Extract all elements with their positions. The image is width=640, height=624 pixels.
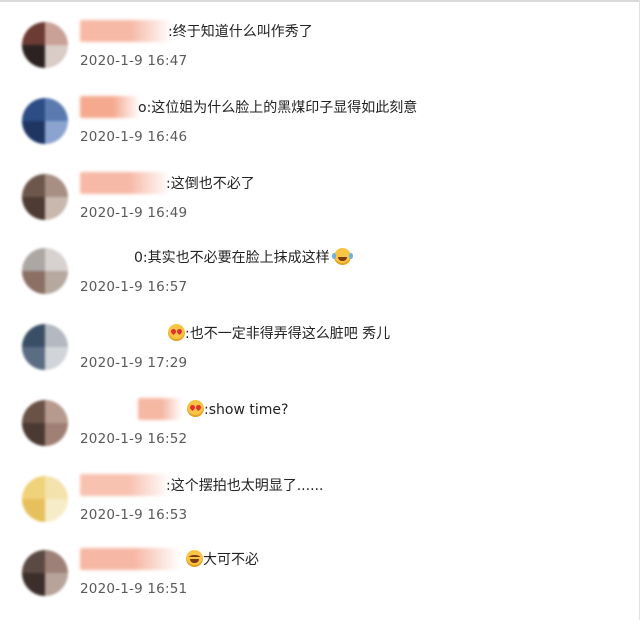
comment-text: :终于知道什么叫作秀了 — [168, 22, 313, 42]
avatar-pixel — [45, 174, 68, 197]
username-blurred[interactable] — [80, 96, 140, 118]
avatar-pixel — [22, 423, 45, 446]
comment-item: :也不一定非得弄得这么脏吧 秀儿 2020-1-9 17:29 — [0, 322, 640, 398]
avatar-pixel — [45, 98, 68, 121]
username-blurred[interactable] — [80, 322, 162, 344]
comment-timestamp: 2020-1-9 16:49 — [80, 205, 188, 221]
avatar-pixel — [45, 347, 68, 370]
avatar-pixel — [22, 476, 45, 499]
avatar[interactable] — [22, 400, 68, 446]
avatar-pixel — [22, 324, 45, 347]
avatar-pixel — [22, 573, 45, 596]
username-blurred[interactable] — [138, 398, 182, 420]
username-blurred[interactable] — [80, 246, 132, 268]
username-blurred[interactable] — [80, 474, 170, 496]
avatar-pixel — [45, 45, 68, 68]
top-border — [0, 0, 640, 2]
comment-timestamp: 2020-1-9 16:52 — [80, 431, 188, 447]
username-blurred[interactable] — [80, 20, 172, 42]
comment-body: :这倒也不必了 — [166, 176, 255, 192]
comment-timestamp: 2020-1-9 17:29 — [80, 355, 188, 371]
comment-timestamp: 2020-1-9 16:57 — [80, 279, 188, 295]
heart-eyes-emoji-icon — [168, 324, 185, 341]
avatar-pixel — [22, 271, 45, 294]
laughing-crying-emoji-icon — [332, 248, 352, 265]
grinning-emoji-icon — [186, 550, 203, 567]
avatar-pixel — [22, 347, 45, 370]
comment-item: :这个摆拍也太明显了...... 2020-1-9 16:53 — [0, 474, 640, 550]
comment-item: :show time? 2020-1-9 16:52 — [0, 398, 640, 474]
comment-text: 大可不必 — [186, 550, 259, 570]
username-blurred[interactable] — [80, 548, 180, 570]
avatar-pixel — [45, 22, 68, 45]
comment-text: :这倒也不必了 — [166, 174, 255, 194]
username-blurred[interactable] — [80, 172, 170, 194]
avatar-pixel — [45, 271, 68, 294]
avatar-pixel — [45, 573, 68, 596]
avatar-pixel — [22, 121, 45, 144]
avatar-pixel — [45, 197, 68, 220]
heart-eyes-emoji-icon — [187, 400, 204, 417]
avatar-pixel — [45, 121, 68, 144]
avatar-pixel — [22, 45, 45, 68]
comment-text: :show time? — [187, 400, 288, 420]
comment-body: 0:其实也不必要在脸上抹成这样 — [134, 250, 330, 266]
comment-body: o:这位姐为什么脸上的黑煤印子显得如此刻意 — [138, 100, 418, 116]
avatar[interactable] — [22, 324, 68, 370]
avatar-pixel — [45, 248, 68, 271]
comment-body: :这个摆拍也太明显了...... — [166, 478, 324, 494]
avatar-pixel — [22, 174, 45, 197]
comment-body: :终于知道什么叫作秀了 — [168, 24, 313, 40]
avatar-pixel — [45, 400, 68, 423]
avatar[interactable] — [22, 174, 68, 220]
avatar[interactable] — [22, 550, 68, 596]
comment-text: :这个摆拍也太明显了...... — [166, 476, 323, 496]
avatar-pixel — [45, 476, 68, 499]
comment-timestamp: 2020-1-9 16:47 — [80, 53, 188, 69]
comment-item: 大可不必 2020-1-9 16:51 — [0, 548, 640, 624]
comment-item: o:这位姐为什么脸上的黑煤印子显得如此刻意 2020-1-9 16:46 — [0, 96, 640, 172]
avatar-pixel — [22, 499, 45, 522]
comment-text: 0:其实也不必要在脸上抹成这样 — [134, 248, 352, 268]
avatar[interactable] — [22, 22, 68, 68]
avatar-pixel — [22, 248, 45, 271]
comment-timestamp: 2020-1-9 16:53 — [80, 507, 188, 523]
avatar-pixel — [22, 550, 45, 573]
comment-text: :也不一定非得弄得这么脏吧 秀儿 — [168, 324, 390, 344]
avatar[interactable] — [22, 98, 68, 144]
avatar-pixel — [22, 22, 45, 45]
comment-body: :show time? — [204, 402, 289, 418]
avatar-pixel — [22, 400, 45, 423]
avatar[interactable] — [22, 476, 68, 522]
comment-timestamp: 2020-1-9 16:46 — [80, 129, 188, 145]
avatar-pixel — [22, 98, 45, 121]
avatar-pixel — [45, 324, 68, 347]
avatar-pixel — [22, 197, 45, 220]
avatar-pixel — [45, 550, 68, 573]
avatar-pixel — [45, 423, 68, 446]
comment-item: :终于知道什么叫作秀了 2020-1-9 16:47 — [0, 20, 640, 96]
comment-text: o:这位姐为什么脸上的黑煤印子显得如此刻意 — [138, 98, 417, 118]
comment-item: :这倒也不必了 2020-1-9 16:49 — [0, 172, 640, 248]
comment-timestamp: 2020-1-9 16:51 — [80, 581, 188, 597]
comment-item: 0:其实也不必要在脸上抹成这样 2020-1-9 16:57 — [0, 246, 640, 322]
avatar-pixel — [45, 499, 68, 522]
avatar[interactable] — [22, 248, 68, 294]
comment-body: 大可不必 — [203, 552, 259, 568]
comment-body: :也不一定非得弄得这么脏吧 秀儿 — [185, 326, 391, 342]
